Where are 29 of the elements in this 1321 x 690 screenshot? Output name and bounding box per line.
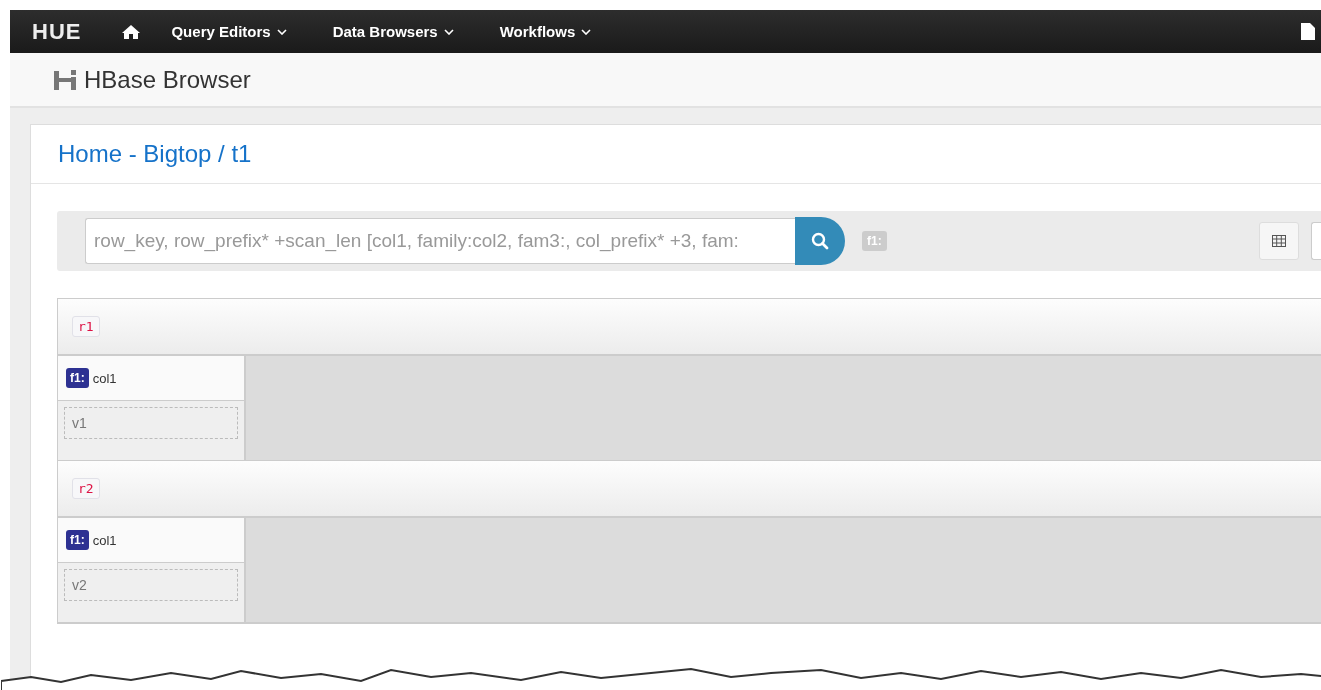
cell-value[interactable]: v2 [64, 569, 238, 601]
grid-view-button[interactable] [1259, 222, 1299, 260]
breadcrumb-link[interactable]: Bigtop [143, 140, 212, 168]
breadcrumb-separator: - [127, 140, 138, 168]
document-icon[interactable] [1301, 23, 1315, 40]
breadcrumb-link[interactable]: t1 [231, 140, 252, 168]
nav-menu[interactable]: Query Editors [171, 23, 287, 40]
family-badge: f1: [66, 530, 89, 550]
column-name: col1 [92, 370, 117, 386]
logo[interactable]: HUE [32, 18, 82, 45]
breadcrumb-link[interactable]: Home [58, 140, 123, 168]
chevron-icon [276, 28, 287, 35]
app-title: HBase Browser [84, 65, 251, 94]
search-icon [811, 232, 829, 250]
hbase-icon [54, 69, 76, 90]
home-icon[interactable] [121, 23, 142, 40]
chevron-icon [581, 28, 592, 35]
column-name: col1 [92, 532, 117, 548]
chevron-icon [443, 28, 454, 35]
nav-menu[interactable]: Data Browsers [332, 23, 454, 40]
search-button[interactable] [795, 217, 845, 265]
row-key[interactable]: r1 [72, 316, 100, 337]
grid-icon [1272, 235, 1286, 247]
breadcrumb-separator: / [217, 140, 226, 168]
row-key[interactable]: r2 [72, 478, 100, 499]
nav-menu[interactable]: Workflows [499, 23, 592, 40]
family-badge: f1: [66, 368, 89, 388]
cell-value[interactable]: v1 [64, 407, 238, 439]
search-field[interactable]: row_key, row_prefix* +scan_len [col1, family:col2, fam3:, col_prefix* +3, fam: [85, 218, 795, 264]
